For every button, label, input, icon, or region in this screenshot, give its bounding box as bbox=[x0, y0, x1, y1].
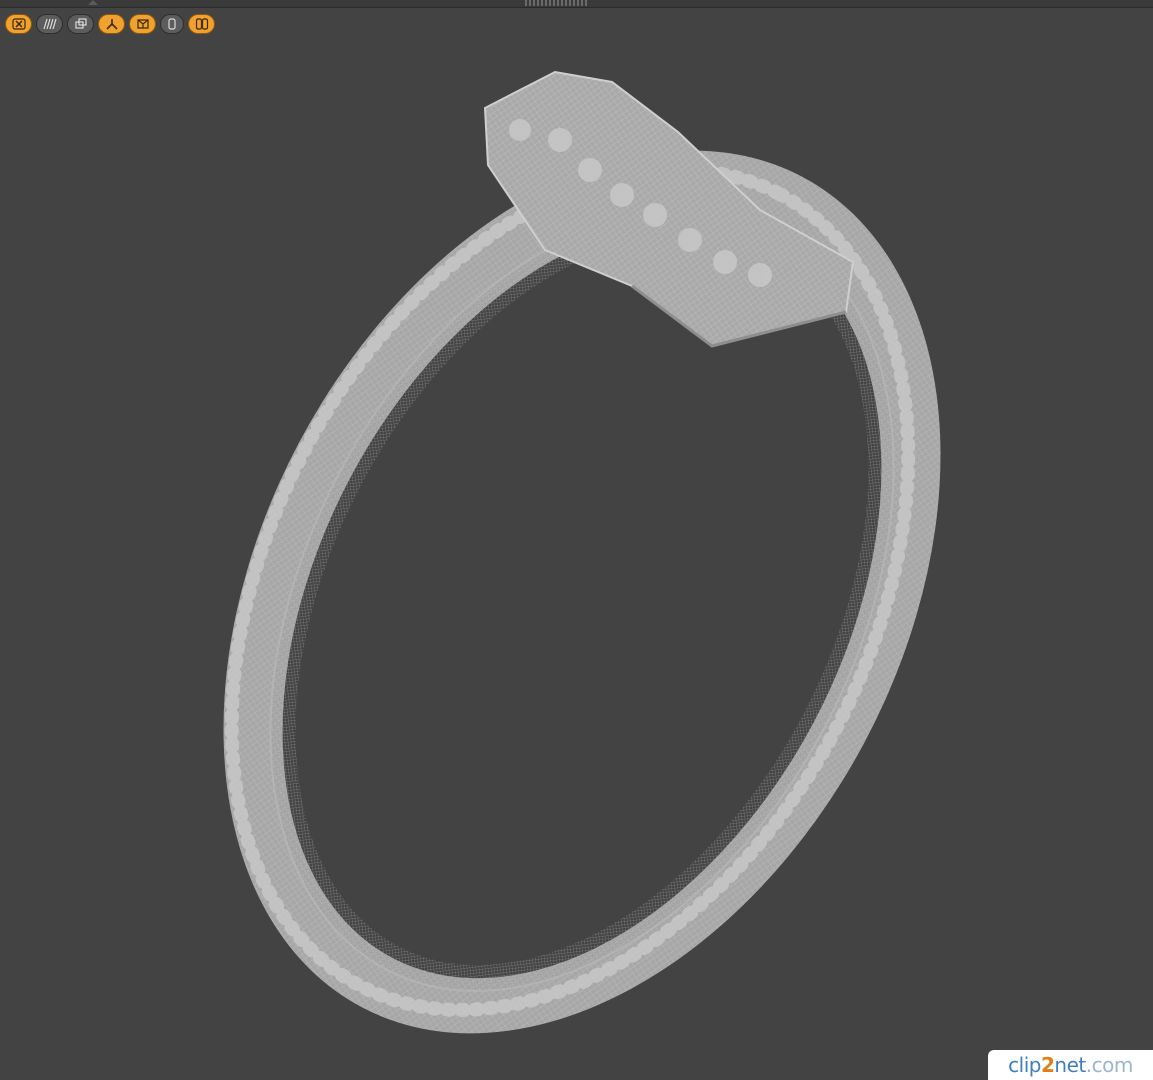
watermark-part-4: .com bbox=[1085, 1053, 1134, 1077]
watermark-part-1: clip bbox=[1008, 1053, 1041, 1077]
ring-wireframe-mesh[interactable] bbox=[0, 0, 1153, 1080]
clip2net-watermark: clip 2 net .com bbox=[988, 1050, 1153, 1080]
watermark-part-2: 2 bbox=[1040, 1053, 1055, 1077]
watermark-part-3: net bbox=[1054, 1053, 1086, 1077]
3d-viewport[interactable]: clip 2 net .com bbox=[0, 0, 1153, 1080]
